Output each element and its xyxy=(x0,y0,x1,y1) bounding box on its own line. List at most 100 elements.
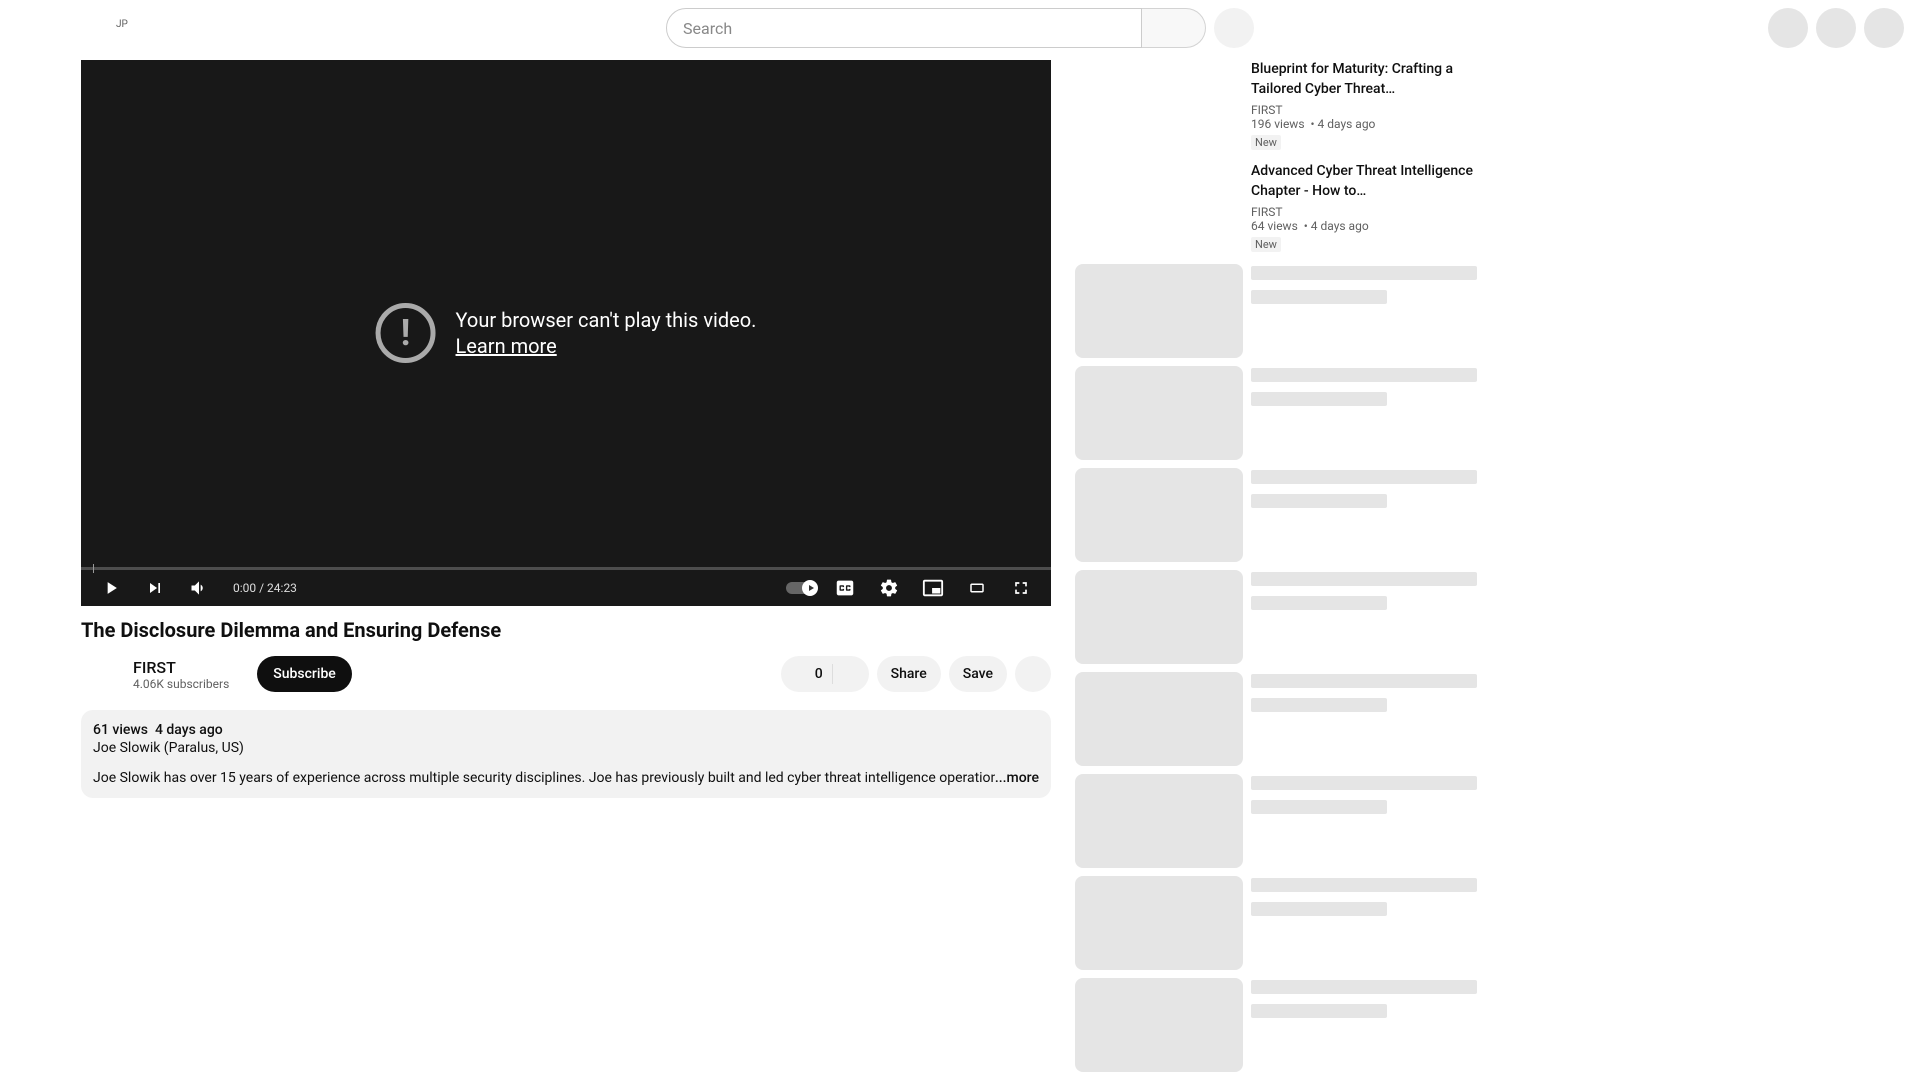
skeleton-lines xyxy=(1251,876,1477,970)
notifications-button[interactable] xyxy=(1816,8,1856,48)
miniplayer-icon xyxy=(922,577,944,599)
channel-info: FIRST 4.06K subscribers Subscribe xyxy=(81,654,352,694)
volume-button[interactable] xyxy=(181,570,217,606)
description-body: Joe Slowik has over 15 years of experien… xyxy=(93,770,995,786)
skeleton-lines xyxy=(1251,264,1477,358)
current-time: 0:00 xyxy=(233,581,256,595)
skeleton-thumb xyxy=(1075,570,1243,664)
related-thumbnail[interactable] xyxy=(1075,60,1243,154)
related-skeleton xyxy=(1075,774,1477,868)
skeleton-line xyxy=(1251,698,1387,712)
miniplayer-button[interactable] xyxy=(915,570,951,606)
new-badge: New xyxy=(1251,135,1281,150)
error-message: Your browser can't play this video. xyxy=(456,308,757,332)
related-channel[interactable]: FIRST xyxy=(1251,205,1477,219)
fullscreen-button[interactable] xyxy=(1003,570,1039,606)
skeleton-lines xyxy=(1251,774,1477,868)
time-display: 0:00 / 24:23 xyxy=(233,581,297,595)
like-dislike-button[interactable]: 0 xyxy=(781,656,869,692)
toggle-knob xyxy=(802,580,818,596)
share-button[interactable]: Share xyxy=(877,656,941,692)
more-actions-button[interactable] xyxy=(1015,656,1051,692)
skeleton-lines xyxy=(1251,570,1477,664)
theater-button[interactable] xyxy=(959,570,995,606)
related-info: Advanced Cyber Threat Intelligence Chapt… xyxy=(1251,162,1477,256)
related-thumbnail[interactable] xyxy=(1075,162,1243,256)
search-input[interactable] xyxy=(666,8,1142,48)
related-skeleton xyxy=(1075,570,1477,664)
view-count: 61 views xyxy=(93,722,148,738)
skeleton-line xyxy=(1251,878,1477,892)
player-controls: 0:00 / 24:23 xyxy=(81,570,1051,606)
description-author: Joe Slowik (Paralus, US) xyxy=(93,740,1039,756)
dislike-side xyxy=(839,666,853,682)
duration: 24:23 xyxy=(267,581,297,595)
controls-left: 0:00 / 24:23 xyxy=(93,570,297,606)
skeleton-thumb xyxy=(1075,876,1243,970)
related-views: 196 views xyxy=(1251,117,1305,131)
related-views: 64 views xyxy=(1251,219,1298,233)
description-body-row: Joe Slowik has over 15 years of experien… xyxy=(93,770,1039,786)
related-meta: 196 views 4 days ago xyxy=(1251,117,1477,131)
share-label: Share xyxy=(891,666,927,682)
theater-icon xyxy=(965,579,989,597)
captions-icon xyxy=(834,577,856,599)
voice-search-button[interactable] xyxy=(1214,8,1254,48)
video-title: The Disclosure Dilemma and Ensuring Defe… xyxy=(81,618,1051,642)
like-count: 0 xyxy=(815,666,823,682)
content-area: ! Your browser can't play this video. Le… xyxy=(0,56,1920,1080)
skeleton-lines xyxy=(1251,978,1477,1072)
related-age: 4 days ago xyxy=(1308,117,1376,131)
search-box xyxy=(666,8,1206,48)
video-description[interactable]: 61 views 4 days ago Joe Slowik (Paralus,… xyxy=(81,710,1051,798)
related-title[interactable]: Advanced Cyber Threat Intelligence Chapt… xyxy=(1251,162,1477,201)
create-button[interactable] xyxy=(1768,8,1808,48)
skeleton-line xyxy=(1251,596,1387,610)
skeleton-line xyxy=(1251,572,1477,586)
skeleton-thumb xyxy=(1075,774,1243,868)
video-meta-row: FIRST 4.06K subscribers Subscribe 0 Shar… xyxy=(81,654,1051,694)
toggle-track xyxy=(786,582,816,594)
error-icon: ! xyxy=(376,303,436,363)
main-column: ! Your browser can't play this video. Le… xyxy=(0,60,1051,1080)
related-video-item[interactable]: Blueprint for Maturity: Crafting a Tailo… xyxy=(1075,60,1477,154)
account-avatar[interactable] xyxy=(1864,8,1904,48)
channel-text: FIRST 4.06K subscribers xyxy=(133,658,229,691)
video-actions: 0 Share Save xyxy=(781,656,1051,692)
skeleton-line xyxy=(1251,290,1387,304)
skeleton-lines xyxy=(1251,672,1477,766)
gear-icon xyxy=(879,578,899,598)
related-video-item[interactable]: Advanced Cyber Threat Intelligence Chapt… xyxy=(1075,162,1477,256)
skeleton-thumb xyxy=(1075,264,1243,358)
new-badge: New xyxy=(1251,237,1281,252)
search-button[interactable] xyxy=(1142,8,1206,48)
fullscreen-icon xyxy=(1011,578,1031,598)
skeleton-line xyxy=(1251,800,1387,814)
skeleton-thumb xyxy=(1075,468,1243,562)
learn-more-link[interactable]: Learn more xyxy=(456,334,757,358)
related-info: Blueprint for Maturity: Crafting a Tailo… xyxy=(1251,60,1477,154)
related-channel[interactable]: FIRST xyxy=(1251,103,1477,117)
skeleton-line xyxy=(1251,902,1387,916)
skeleton-thumb xyxy=(1075,672,1243,766)
header-center xyxy=(600,8,1320,48)
captions-button[interactable] xyxy=(827,570,863,606)
save-button[interactable]: Save xyxy=(949,656,1007,692)
related-skeleton xyxy=(1075,876,1477,970)
related-title[interactable]: Blueprint for Maturity: Crafting a Tailo… xyxy=(1251,60,1477,99)
play-button[interactable] xyxy=(93,570,129,606)
related-skeleton xyxy=(1075,264,1477,358)
skeleton-line xyxy=(1251,674,1477,688)
channel-avatar[interactable] xyxy=(81,654,121,694)
autoplay-toggle[interactable] xyxy=(783,570,819,606)
video-player[interactable]: ! Your browser can't play this video. Le… xyxy=(81,60,1051,606)
description-meta: 61 views 4 days ago xyxy=(93,722,1039,738)
related-age: 4 days ago xyxy=(1301,219,1369,233)
next-button[interactable] xyxy=(137,570,173,606)
skeleton-thumb xyxy=(1075,978,1243,1072)
channel-name[interactable]: FIRST xyxy=(133,658,229,677)
settings-button[interactable] xyxy=(871,570,907,606)
show-more-button[interactable]: ...more xyxy=(995,770,1039,786)
related-sidebar: Blueprint for Maturity: Crafting a Tailo… xyxy=(1075,60,1477,1080)
subscribe-button[interactable]: Subscribe xyxy=(257,656,352,692)
